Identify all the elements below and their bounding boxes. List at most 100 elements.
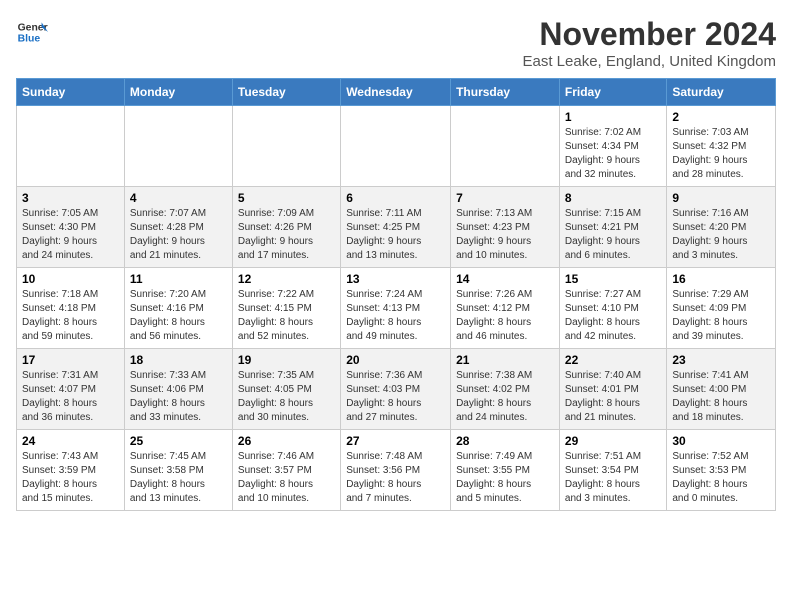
day-cell: 10 Sunrise: 7:18 AM Sunset: 4:18 PM Dayli… xyxy=(17,268,125,349)
day-info: Sunrise: 7:24 AM Sunset: 4:13 PM Dayligh… xyxy=(346,288,445,344)
day-number: 15 xyxy=(565,272,661,286)
day-cell: 26 Sunrise: 7:46 AM Sunset: 3:57 PM Dayli… xyxy=(232,430,340,511)
day-info: Sunrise: 7:26 AM Sunset: 4:12 PM Dayligh… xyxy=(456,288,554,344)
day-cell: 15 Sunrise: 7:27 AM Sunset: 4:10 PM Dayli… xyxy=(559,268,666,349)
day-cell: 30 Sunrise: 7:52 AM Sunset: 3:53 PM Dayli… xyxy=(667,430,776,511)
day-info: Sunrise: 7:02 AM Sunset: 4:34 PM Dayligh… xyxy=(565,126,661,182)
day-cell: 2 Sunrise: 7:03 AM Sunset: 4:32 PM Daylig… xyxy=(667,106,776,187)
day-info: Sunrise: 7:15 AM Sunset: 4:21 PM Dayligh… xyxy=(565,207,661,263)
month-title: November 2024 xyxy=(523,16,777,53)
day-number: 13 xyxy=(346,272,445,286)
day-number: 5 xyxy=(238,191,335,205)
day-cell: 11Sunrise: 7:20 AM Sunset: 4:16 PM Dayli… xyxy=(124,268,232,349)
day-number: 28 xyxy=(456,434,554,448)
day-number: 29 xyxy=(565,434,661,448)
day-info: Sunrise: 7:38 AM Sunset: 4:02 PM Dayligh… xyxy=(456,369,554,425)
header-row: SundayMondayTuesdayWednesdayThursdayFrid… xyxy=(17,79,776,106)
day-number: 26 xyxy=(238,434,335,448)
day-info: Sunrise: 7:48 AM Sunset: 3:56 PM Dayligh… xyxy=(346,450,445,506)
day-cell: 22 Sunrise: 7:40 AM Sunset: 4:01 PM Dayli… xyxy=(559,349,666,430)
header-cell-wednesday: Wednesday xyxy=(341,79,451,106)
day-number: 24 xyxy=(22,434,119,448)
header-cell-sunday: Sunday xyxy=(17,79,125,106)
day-cell: 14Sunrise: 7:26 AM Sunset: 4:12 PM Dayli… xyxy=(451,268,560,349)
day-cell: 13 Sunrise: 7:24 AM Sunset: 4:13 PM Dayli… xyxy=(341,268,451,349)
calendar-header: SundayMondayTuesdayWednesdayThursdayFrid… xyxy=(17,79,776,106)
day-cell: 7Sunrise: 7:13 AM Sunset: 4:23 PM Daylig… xyxy=(451,187,560,268)
day-cell xyxy=(341,106,451,187)
day-number: 20 xyxy=(346,353,445,367)
day-cell: 23 Sunrise: 7:41 AM Sunset: 4:00 PM Dayli… xyxy=(667,349,776,430)
day-cell: 1 Sunrise: 7:02 AM Sunset: 4:34 PM Daylig… xyxy=(559,106,666,187)
week-row-1: 1 Sunrise: 7:02 AM Sunset: 4:34 PM Daylig… xyxy=(17,106,776,187)
week-row-4: 17 Sunrise: 7:31 AM Sunset: 4:07 PM Dayli… xyxy=(17,349,776,430)
day-number: 2 xyxy=(672,110,770,124)
day-number: 11 xyxy=(130,272,227,286)
day-cell: 29 Sunrise: 7:51 AM Sunset: 3:54 PM Dayli… xyxy=(559,430,666,511)
day-info: Sunrise: 7:09 AM Sunset: 4:26 PM Dayligh… xyxy=(238,207,335,263)
day-cell: 12Sunrise: 7:22 AM Sunset: 4:15 PM Dayli… xyxy=(232,268,340,349)
location-title: East Leake, England, United Kingdom xyxy=(523,53,777,70)
day-cell: 3 Sunrise: 7:05 AM Sunset: 4:30 PM Daylig… xyxy=(17,187,125,268)
svg-text:Blue: Blue xyxy=(18,34,41,45)
day-info: Sunrise: 7:45 AM Sunset: 3:58 PM Dayligh… xyxy=(130,450,227,506)
day-cell: 4 Sunrise: 7:07 AM Sunset: 4:28 PM Daylig… xyxy=(124,187,232,268)
day-cell xyxy=(232,106,340,187)
day-number: 9 xyxy=(672,191,770,205)
header-cell-friday: Friday xyxy=(559,79,666,106)
day-number: 4 xyxy=(130,191,227,205)
day-number: 6 xyxy=(346,191,445,205)
day-info: Sunrise: 7:40 AM Sunset: 4:01 PM Dayligh… xyxy=(565,369,661,425)
day-cell: 27 Sunrise: 7:48 AM Sunset: 3:56 PM Dayli… xyxy=(341,430,451,511)
day-cell: 21 Sunrise: 7:38 AM Sunset: 4:02 PM Dayli… xyxy=(451,349,560,430)
day-info: Sunrise: 7:36 AM Sunset: 4:03 PM Dayligh… xyxy=(346,369,445,425)
day-cell: 16 Sunrise: 7:29 AM Sunset: 4:09 PM Dayli… xyxy=(667,268,776,349)
day-number: 10 xyxy=(22,272,119,286)
day-number: 25 xyxy=(130,434,227,448)
day-info: Sunrise: 7:05 AM Sunset: 4:30 PM Dayligh… xyxy=(22,207,119,263)
day-info: Sunrise: 7:18 AM Sunset: 4:18 PM Dayligh… xyxy=(22,288,119,344)
day-number: 17 xyxy=(22,353,119,367)
day-number: 16 xyxy=(672,272,770,286)
day-cell: 25 Sunrise: 7:45 AM Sunset: 3:58 PM Dayli… xyxy=(124,430,232,511)
day-cell xyxy=(451,106,560,187)
day-info: Sunrise: 7:03 AM Sunset: 4:32 PM Dayligh… xyxy=(672,126,770,182)
day-info: Sunrise: 7:07 AM Sunset: 4:28 PM Dayligh… xyxy=(130,207,227,263)
day-number: 3 xyxy=(22,191,119,205)
day-cell: 24Sunrise: 7:43 AM Sunset: 3:59 PM Dayli… xyxy=(17,430,125,511)
day-info: Sunrise: 7:31 AM Sunset: 4:07 PM Dayligh… xyxy=(22,369,119,425)
day-number: 30 xyxy=(672,434,770,448)
day-info: Sunrise: 7:35 AM Sunset: 4:05 PM Dayligh… xyxy=(238,369,335,425)
calendar-table: SundayMondayTuesdayWednesdayThursdayFrid… xyxy=(16,78,776,511)
day-info: Sunrise: 7:16 AM Sunset: 4:20 PM Dayligh… xyxy=(672,207,770,263)
day-info: Sunrise: 7:22 AM Sunset: 4:15 PM Dayligh… xyxy=(238,288,335,344)
day-info: Sunrise: 7:52 AM Sunset: 3:53 PM Dayligh… xyxy=(672,450,770,506)
day-info: Sunrise: 7:46 AM Sunset: 3:57 PM Dayligh… xyxy=(238,450,335,506)
day-cell: 28Sunrise: 7:49 AM Sunset: 3:55 PM Dayli… xyxy=(451,430,560,511)
week-row-5: 24Sunrise: 7:43 AM Sunset: 3:59 PM Dayli… xyxy=(17,430,776,511)
day-cell: 5 Sunrise: 7:09 AM Sunset: 4:26 PM Daylig… xyxy=(232,187,340,268)
day-number: 27 xyxy=(346,434,445,448)
header-cell-tuesday: Tuesday xyxy=(232,79,340,106)
header: General Blue November 2024 East Leake, E… xyxy=(16,16,776,70)
header-cell-thursday: Thursday xyxy=(451,79,560,106)
day-number: 7 xyxy=(456,191,554,205)
day-number: 1 xyxy=(565,110,661,124)
day-info: Sunrise: 7:41 AM Sunset: 4:00 PM Dayligh… xyxy=(672,369,770,425)
day-cell: 18Sunrise: 7:33 AM Sunset: 4:06 PM Dayli… xyxy=(124,349,232,430)
header-cell-monday: Monday xyxy=(124,79,232,106)
day-info: Sunrise: 7:29 AM Sunset: 4:09 PM Dayligh… xyxy=(672,288,770,344)
header-cell-saturday: Saturday xyxy=(667,79,776,106)
logo: General Blue xyxy=(16,16,48,48)
day-cell: 6Sunrise: 7:11 AM Sunset: 4:25 PM Daylig… xyxy=(341,187,451,268)
day-number: 18 xyxy=(130,353,227,367)
day-number: 8 xyxy=(565,191,661,205)
day-number: 21 xyxy=(456,353,554,367)
day-cell xyxy=(124,106,232,187)
day-number: 23 xyxy=(672,353,770,367)
day-info: Sunrise: 7:27 AM Sunset: 4:10 PM Dayligh… xyxy=(565,288,661,344)
title-section: November 2024 East Leake, England, Unite… xyxy=(523,16,777,70)
day-info: Sunrise: 7:51 AM Sunset: 3:54 PM Dayligh… xyxy=(565,450,661,506)
day-number: 22 xyxy=(565,353,661,367)
week-row-3: 10 Sunrise: 7:18 AM Sunset: 4:18 PM Dayli… xyxy=(17,268,776,349)
